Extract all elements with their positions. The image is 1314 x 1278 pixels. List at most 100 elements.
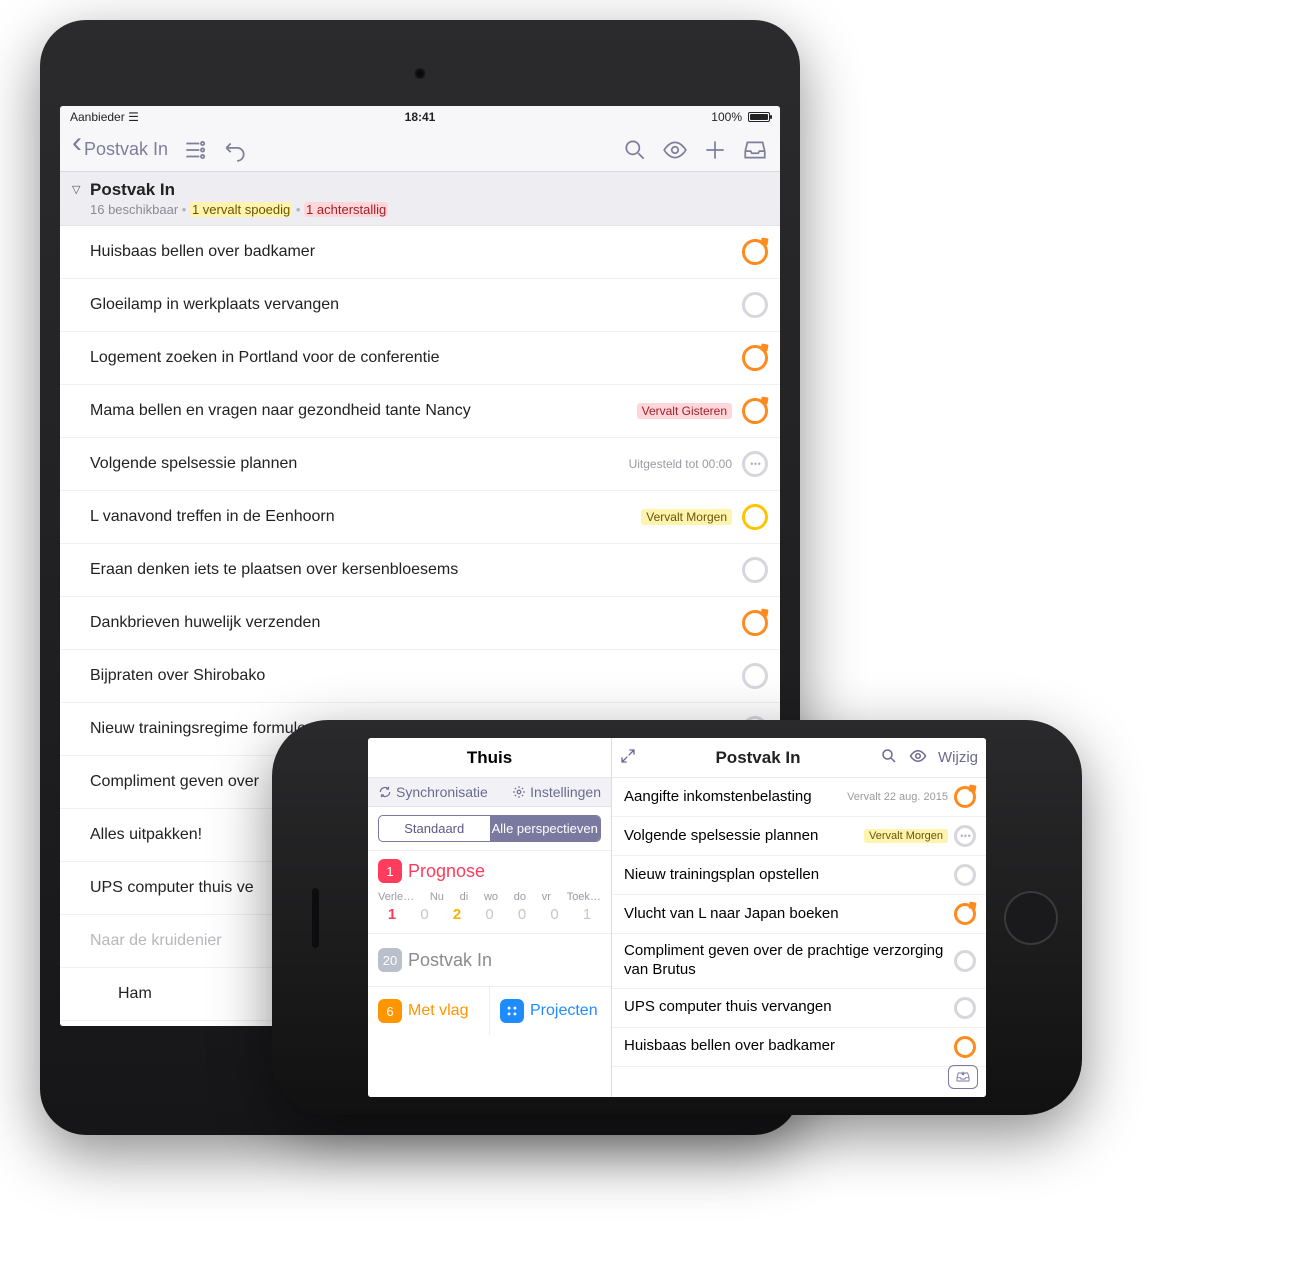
inbox-section-header[interactable]: ▽ Postvak In 16 beschikbaar 1 vervalt sp…: [60, 172, 780, 226]
sidebar-item-flagged[interactable]: 6 Met vlag: [368, 987, 489, 1035]
task-row[interactable]: Huisbaas bellen over badkamer: [60, 226, 780, 279]
forecast-day-label: Toek…: [567, 891, 601, 903]
task-status-circle[interactable]: [742, 345, 768, 371]
perspective-segment[interactable]: Standaard Alle perspectieven: [378, 815, 601, 842]
task-row[interactable]: Vlucht van L naar Japan boeken: [612, 895, 986, 934]
task-row[interactable]: Nieuw trainingsplan opstellen: [612, 856, 986, 895]
segment-standard[interactable]: Standaard: [379, 816, 490, 841]
sidebar: Thuis Synchronisatie Instellingen Standa…: [368, 738, 612, 1097]
search-icon[interactable]: [622, 137, 648, 163]
task-row[interactable]: Logement zoeken in Portland voor de conf…: [60, 332, 780, 385]
section-subtitle: 16 beschikbaar 1 vervalt spoedig 1 achte…: [90, 202, 762, 217]
forecast-day-label: do: [514, 891, 526, 903]
task-title: Aangifte inkomstenbelasting: [624, 788, 847, 807]
task-title: Logement zoeken in Portland voor de conf…: [90, 349, 742, 367]
sync-button[interactable]: Synchronisatie: [378, 784, 488, 800]
task-meta: Vervalt 22 aug. 2015: [847, 791, 948, 803]
task-status-circle[interactable]: [954, 1036, 976, 1058]
task-status-circle[interactable]: [742, 398, 768, 424]
task-title: Mama bellen en vragen naar gezondheid ta…: [90, 402, 637, 420]
detail-title: Postvak In: [646, 748, 870, 768]
forecast-day-count: 0: [411, 906, 439, 923]
forecast-day-count: 2: [443, 906, 471, 923]
task-meta: Vervalt Gisteren: [637, 403, 732, 419]
task-title: Volgende spelsessie plannen: [90, 455, 629, 473]
task-meta: Vervalt Morgen: [864, 829, 948, 843]
task-title: Eraan denken iets te plaatsen over kerse…: [90, 561, 742, 579]
detail-task-list: Aangifte inkomstenbelastingVervalt 22 au…: [612, 778, 986, 1067]
task-row[interactable]: Volgende spelsessie plannenUitgesteld to…: [60, 438, 780, 491]
task-title: Dankbrieven huwelijk verzenden: [90, 614, 742, 632]
edit-button[interactable]: Wijzig: [938, 749, 978, 766]
task-status-circle[interactable]: [742, 504, 768, 530]
task-status-circle[interactable]: [742, 663, 768, 689]
search-icon[interactable]: [880, 747, 898, 769]
task-title: UPS computer thuis vervangen: [624, 998, 954, 1017]
task-row[interactable]: Gloeilamp in werkplaats vervangen: [60, 279, 780, 332]
iphone-screen: Thuis Synchronisatie Instellingen Standa…: [368, 738, 986, 1097]
forecast-label: Prognose: [408, 861, 485, 882]
task-status-circle[interactable]: [742, 557, 768, 583]
task-status-circle[interactable]: [742, 451, 768, 477]
task-row[interactable]: Bijpraten over Shirobako: [60, 650, 780, 703]
forecast-day-label: Verle…: [378, 891, 414, 903]
task-status-circle[interactable]: [954, 786, 976, 808]
iphone-device-frame: Thuis Synchronisatie Instellingen Standa…: [272, 720, 1082, 1115]
task-status-circle[interactable]: [742, 610, 768, 636]
expand-icon[interactable]: [620, 748, 636, 768]
task-row[interactable]: UPS computer thuis vervangen: [612, 989, 986, 1028]
task-title: Huisbaas bellen over badkamer: [90, 243, 742, 261]
task-row[interactable]: Mama bellen en vragen naar gezondheid ta…: [60, 385, 780, 438]
inbox-label: Postvak In: [408, 950, 492, 971]
inbox-icon[interactable]: [742, 137, 768, 163]
sync-label: Synchronisatie: [396, 784, 488, 800]
task-status-circle[interactable]: [954, 997, 976, 1019]
sidebar-item-projects[interactable]: Projecten: [489, 987, 611, 1035]
task-title: Volgende spelsessie plannen: [624, 827, 864, 846]
section-title: Postvak In: [90, 180, 762, 200]
iphone-home-button[interactable]: [1004, 891, 1058, 945]
segment-all[interactable]: Alle perspectieven: [490, 816, 601, 841]
iphone-speaker: [312, 888, 319, 948]
add-icon[interactable]: [702, 137, 728, 163]
eye-icon[interactable]: [662, 137, 688, 163]
sidebar-title: Thuis: [368, 738, 611, 778]
sidebar-item-inbox[interactable]: 20 Postvak In: [368, 933, 611, 986]
undo-icon[interactable]: [222, 137, 248, 163]
task-row[interactable]: Aangifte inkomstenbelastingVervalt 22 au…: [612, 778, 986, 817]
task-row[interactable]: L vanavond treffen in de EenhoornVervalt…: [60, 491, 780, 544]
status-bar: Aanbieder ☰ 18:41 100%: [60, 106, 780, 128]
task-title: Gloeilamp in werkplaats vervangen: [90, 296, 742, 314]
ipad-camera: [415, 68, 426, 79]
forecast-week-values: 1020001: [378, 906, 601, 923]
task-row[interactable]: Huisbaas bellen over badkamer: [612, 1028, 986, 1067]
task-row[interactable]: Compliment geven over de prachtige verzo…: [612, 934, 986, 989]
view-options-icon[interactable]: [182, 137, 208, 163]
task-status-circle[interactable]: [954, 950, 976, 972]
battery-icon: [748, 112, 770, 122]
task-status-circle[interactable]: [742, 239, 768, 265]
task-row[interactable]: Volgende spelsessie plannenVervalt Morge…: [612, 817, 986, 856]
disclosure-triangle-icon[interactable]: ▽: [72, 183, 80, 196]
quick-entry-button[interactable]: [948, 1065, 978, 1089]
task-row[interactable]: Dankbrieven huwelijk verzenden: [60, 597, 780, 650]
forecast-day-count: 0: [508, 906, 536, 923]
back-button[interactable]: Postvak In: [72, 139, 168, 160]
sidebar-item-forecast[interactable]: 1 Prognose Verle…NudiwodovrToek… 1020001: [368, 850, 611, 933]
settings-button[interactable]: Instellingen: [512, 784, 601, 800]
task-status-circle[interactable]: [742, 292, 768, 318]
task-status-circle[interactable]: [954, 825, 976, 847]
task-meta: Vervalt Morgen: [641, 509, 732, 525]
task-status-circle[interactable]: [954, 864, 976, 886]
task-status-circle[interactable]: [954, 903, 976, 925]
forecast-day-count: 1: [378, 906, 406, 923]
status-carrier: Aanbieder ☰: [70, 110, 139, 124]
sidebar-toolbar: Synchronisatie Instellingen: [368, 778, 611, 807]
settings-label: Instellingen: [530, 784, 601, 800]
sidebar-tiles: 6 Met vlag Projecten: [368, 986, 611, 1035]
status-battery: 100%: [711, 110, 770, 124]
status-time: 18:41: [405, 110, 436, 124]
eye-icon[interactable]: [908, 747, 928, 769]
forecast-day-label: di: [460, 891, 469, 903]
task-row[interactable]: Eraan denken iets te plaatsen over kerse…: [60, 544, 780, 597]
